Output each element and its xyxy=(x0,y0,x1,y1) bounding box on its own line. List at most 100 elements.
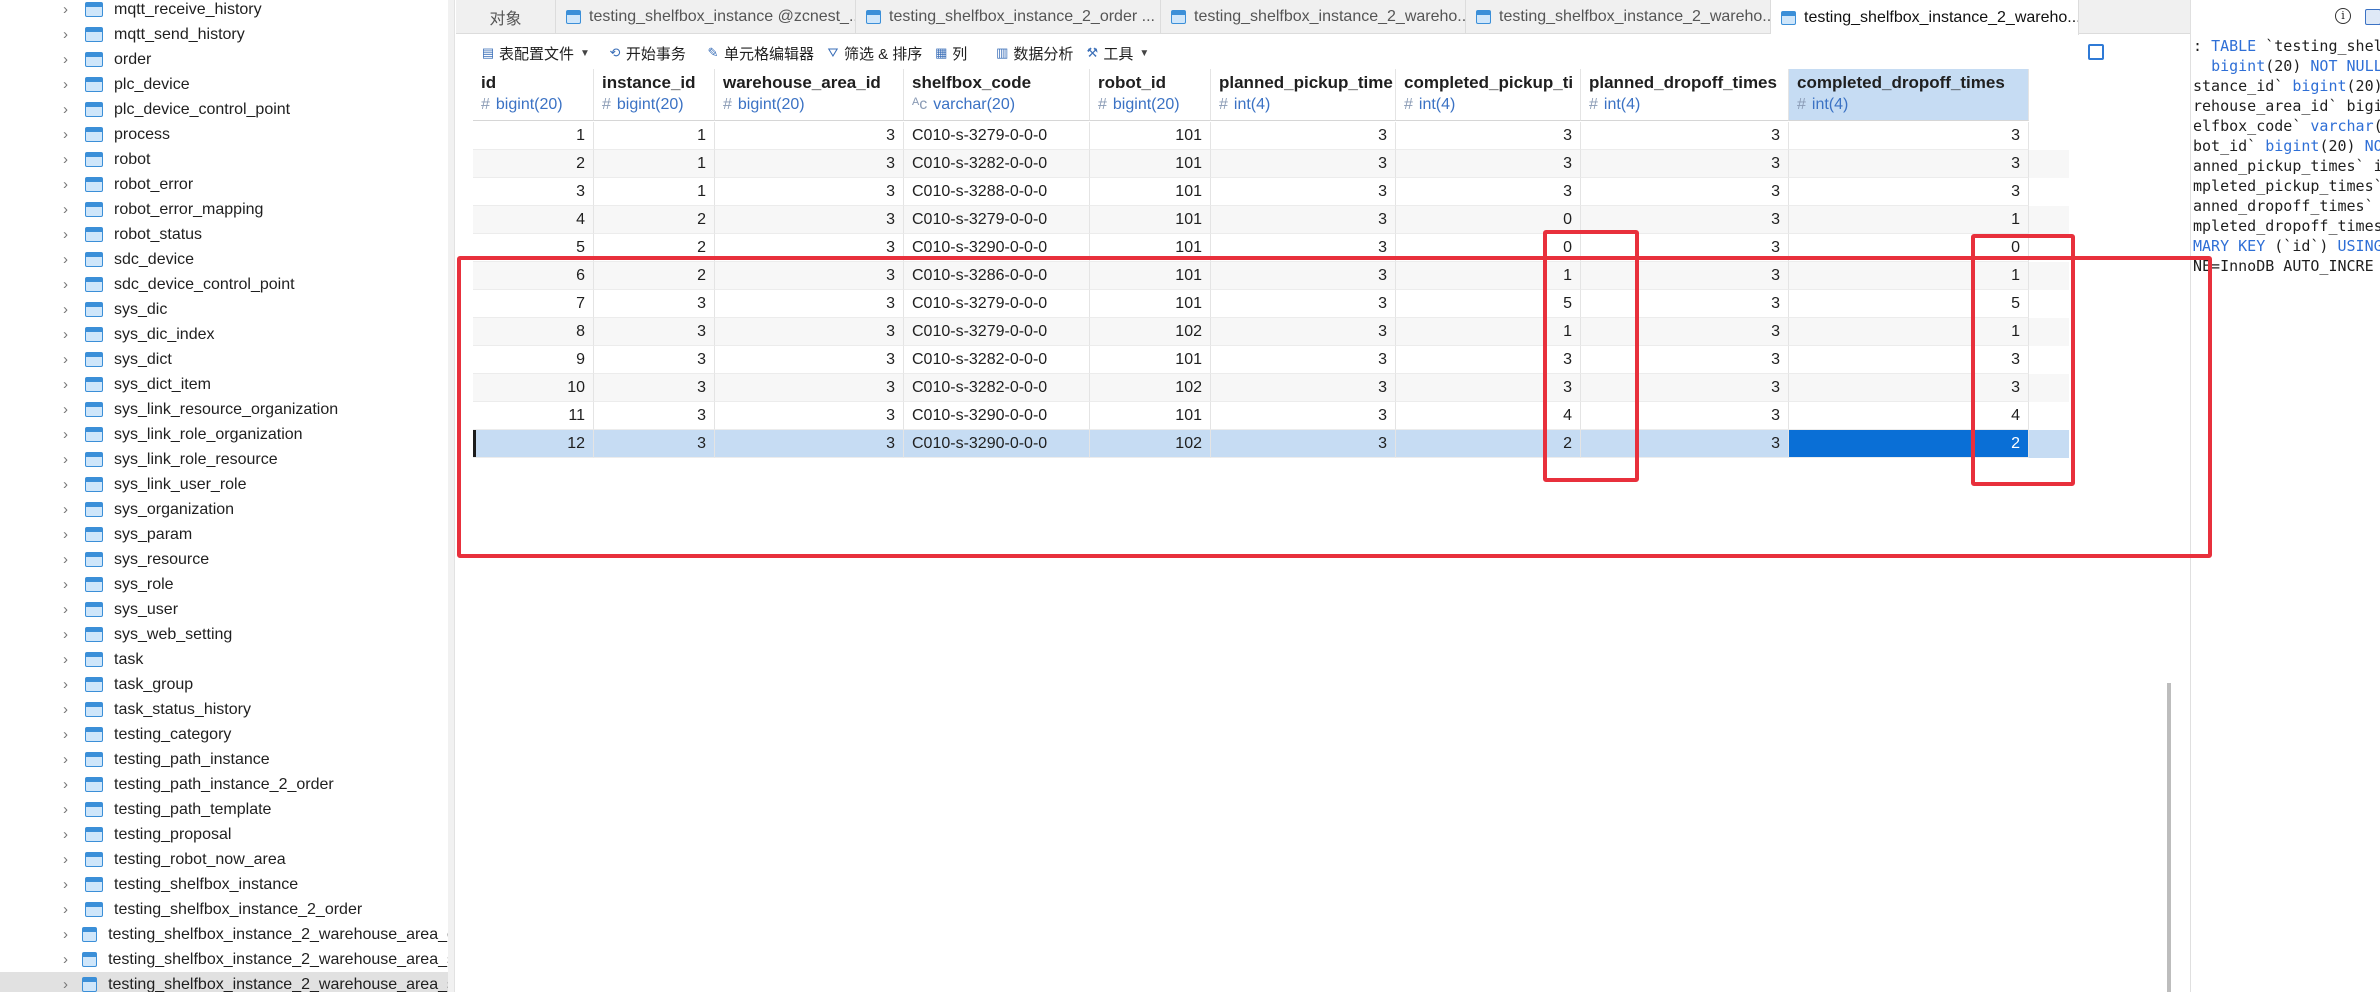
chevron-right-icon[interactable]: › xyxy=(63,852,77,867)
tree-item-testing-robot-now-area[interactable]: › testing_robot_now_area xyxy=(0,847,454,872)
chevron-right-icon[interactable]: › xyxy=(63,677,77,692)
chevron-right-icon[interactable]: › xyxy=(63,427,77,442)
tab-table-5[interactable]: testing_shelfbox_instance_2_wareho... xyxy=(1771,0,2079,35)
chevron-right-icon[interactable]: › xyxy=(63,402,77,417)
tree-item-sys-dic-index[interactable]: › sys_dic_index xyxy=(0,322,454,347)
chevron-right-icon[interactable]: › xyxy=(63,202,77,217)
columns-button[interactable]: ▦ 列 xyxy=(928,39,973,67)
chevron-right-icon[interactable]: › xyxy=(63,27,77,42)
tab-objects[interactable]: 对象 xyxy=(456,0,556,34)
chevron-right-icon[interactable]: › xyxy=(63,727,77,742)
chevron-right-icon[interactable]: › xyxy=(63,152,77,167)
cell-planned-dropoff-times[interactable]: 3 xyxy=(1581,178,1789,206)
cell-planned-pickup-time[interactable]: 3 xyxy=(1211,178,1396,206)
fullscreen-icon[interactable] xyxy=(2088,44,2104,60)
cell-completed-pickup-ti[interactable]: 3 xyxy=(1396,150,1581,178)
tree-item-sys-link-role-resource[interactable]: › sys_link_role_resource xyxy=(0,447,454,472)
tree-item-task-group[interactable]: › task_group xyxy=(0,672,454,697)
cell-instance-id[interactable]: 2 xyxy=(594,206,715,234)
tree-item-testing-path-instance[interactable]: › testing_path_instance xyxy=(0,747,454,772)
tree-item-sdc-device[interactable]: › sdc_device xyxy=(0,247,454,272)
chevron-right-icon[interactable]: › xyxy=(63,77,77,92)
cell-id[interactable]: 1 xyxy=(473,122,594,150)
column-header-planned-pickup-time[interactable]: planned_pickup_time # int(4) xyxy=(1211,69,1396,121)
column-header-robot-id[interactable]: robot_id # bigint(20) xyxy=(1090,69,1211,121)
tree-item-robot[interactable]: › robot xyxy=(0,147,454,172)
tab-table-1[interactable]: testing_shelfbox_instance @zcnest_... xyxy=(556,0,856,34)
chevron-right-icon[interactable]: › xyxy=(63,952,74,967)
cell-robot-id[interactable]: 101 xyxy=(1090,122,1211,150)
table-row[interactable]: 2 1 3 C010-s-3282-0-0-0 101 3 3 3 3 xyxy=(473,150,2069,178)
chevron-right-icon[interactable]: › xyxy=(63,127,77,142)
chevron-right-icon[interactable]: › xyxy=(63,227,77,242)
tree-item-sys-dict-item[interactable]: › sys_dict_item xyxy=(0,372,454,397)
cell-completed-dropoff-times[interactable]: 1 xyxy=(1789,206,2029,234)
tools-button[interactable]: ⚒ 工具 ▼ xyxy=(1079,39,1155,67)
tree-item-sdc-device-control-point[interactable]: › sdc_device_control_point xyxy=(0,272,454,297)
chevron-right-icon[interactable]: › xyxy=(63,177,77,192)
chevron-right-icon[interactable]: › xyxy=(63,527,77,542)
tree-item-robot-error-mapping[interactable]: › robot_error_mapping xyxy=(0,197,454,222)
tree-item-testing-shelfbox-instance-2-order[interactable]: › testing_shelfbox_instance_2_order xyxy=(0,897,454,922)
chevron-right-icon[interactable]: › xyxy=(63,977,74,992)
chevron-right-icon[interactable]: › xyxy=(63,877,77,892)
cell-planned-pickup-time[interactable]: 3 xyxy=(1211,150,1396,178)
filter-sort-button[interactable]: ⛛ 筛选 & 排序 xyxy=(820,39,928,67)
cell-instance-id[interactable]: 1 xyxy=(594,122,715,150)
tree-item-sys-resource[interactable]: › sys_resource xyxy=(0,547,454,572)
vertical-scrollbar[interactable] xyxy=(2167,683,2171,992)
tree-item-sys-link-role-organization[interactable]: › sys_link_role_organization xyxy=(0,422,454,447)
cell-completed-dropoff-times[interactable]: 3 xyxy=(1789,122,2029,150)
column-header-planned-dropoff-times[interactable]: planned_dropoff_times # int(4) xyxy=(1581,69,1789,121)
column-header-shelfbox-code[interactable]: shelfbox_code ᴬᴄ varchar(20) xyxy=(904,69,1090,121)
column-header-instance-id[interactable]: instance_id # bigint(20) xyxy=(594,69,715,121)
tree-item-sys-link-resource-organization[interactable]: › sys_link_resource_organization xyxy=(0,397,454,422)
cell-instance-id[interactable]: 1 xyxy=(594,150,715,178)
tree-item-plc-device-control-point[interactable]: › plc_device_control_point xyxy=(0,97,454,122)
tree-item-sys-user[interactable]: › sys_user xyxy=(0,597,454,622)
cell-completed-dropoff-times[interactable]: 3 xyxy=(1789,150,2029,178)
tree-item-sys-role[interactable]: › sys_role xyxy=(0,572,454,597)
table-row[interactable]: 3 1 3 C010-s-3288-0-0-0 101 3 3 3 3 xyxy=(473,178,2069,206)
chevron-right-icon[interactable]: › xyxy=(63,2,77,17)
cell-warehouse-area-id[interactable]: 3 xyxy=(715,122,904,150)
chevron-right-icon[interactable]: › xyxy=(63,377,77,392)
chevron-right-icon[interactable]: › xyxy=(63,302,77,317)
table-row[interactable]: 4 2 3 C010-s-3279-0-0-0 101 3 0 3 1 xyxy=(473,206,2069,234)
data-analysis-button[interactable]: ▥ 数据分析 xyxy=(989,39,1079,67)
chevron-right-icon[interactable]: › xyxy=(63,702,77,717)
cell-shelfbox-code[interactable]: C010-s-3279-0-0-0 xyxy=(904,122,1090,150)
info-icon[interactable]: i xyxy=(2335,8,2351,24)
cell-planned-dropoff-times[interactable]: 3 xyxy=(1581,150,1789,178)
table-row[interactable]: 1 1 3 C010-s-3279-0-0-0 101 3 3 3 3 xyxy=(473,122,2069,150)
tree-item-testing-shelfbox-instance-2-warehouse-area-c[interactable]: › testing_shelfbox_instance_2_warehouse_a… xyxy=(0,922,454,947)
tree-item-task[interactable]: › task xyxy=(0,647,454,672)
chevron-right-icon[interactable]: › xyxy=(63,102,77,117)
tree-item-plc-device[interactable]: › plc_device xyxy=(0,72,454,97)
chevron-right-icon[interactable]: › xyxy=(63,277,77,292)
chevron-right-icon[interactable]: › xyxy=(63,352,77,367)
tree-item-testing-path-template[interactable]: › testing_path_template xyxy=(0,797,454,822)
tree-item-sys-link-user-role[interactable]: › sys_link_user_role xyxy=(0,472,454,497)
table-config-button[interactable]: ▤ 表配置文件 ▼ xyxy=(475,39,596,67)
chevron-right-icon[interactable]: › xyxy=(63,327,77,342)
tree-item-sys-web-setting[interactable]: › sys_web_setting xyxy=(0,622,454,647)
tree-item-sys-param[interactable]: › sys_param xyxy=(0,522,454,547)
cell-id[interactable]: 4 xyxy=(473,206,594,234)
tree-item-testing-shelfbox-instance-2-warehouse-area-s[interactable]: › testing_shelfbox_instance_2_warehouse_a… xyxy=(0,972,454,992)
tree-item-sys-dic[interactable]: › sys_dic xyxy=(0,297,454,322)
cell-completed-pickup-ti[interactable]: 3 xyxy=(1396,122,1581,150)
cell-editor-button[interactable]: ✎ 单元格编辑器 xyxy=(700,39,820,67)
tab-table-3[interactable]: testing_shelfbox_instance_2_wareho... xyxy=(1161,0,1466,34)
chevron-right-icon[interactable]: › xyxy=(63,252,77,267)
cell-shelfbox-code[interactable]: C010-s-3279-0-0-0 xyxy=(904,206,1090,234)
cell-id[interactable]: 3 xyxy=(473,178,594,206)
tree-item-testing-shelfbox-instance-2-warehouse-area-s[interactable]: › testing_shelfbox_instance_2_warehouse_a… xyxy=(0,947,454,972)
tree-item-robot-error[interactable]: › robot_error xyxy=(0,172,454,197)
chevron-right-icon[interactable]: › xyxy=(63,927,74,942)
ddl-icon[interactable] xyxy=(2365,9,2380,25)
cell-warehouse-area-id[interactable]: 3 xyxy=(715,150,904,178)
cell-id[interactable]: 2 xyxy=(473,150,594,178)
tree-item-order[interactable]: › order xyxy=(0,47,454,72)
cell-robot-id[interactable]: 101 xyxy=(1090,206,1211,234)
